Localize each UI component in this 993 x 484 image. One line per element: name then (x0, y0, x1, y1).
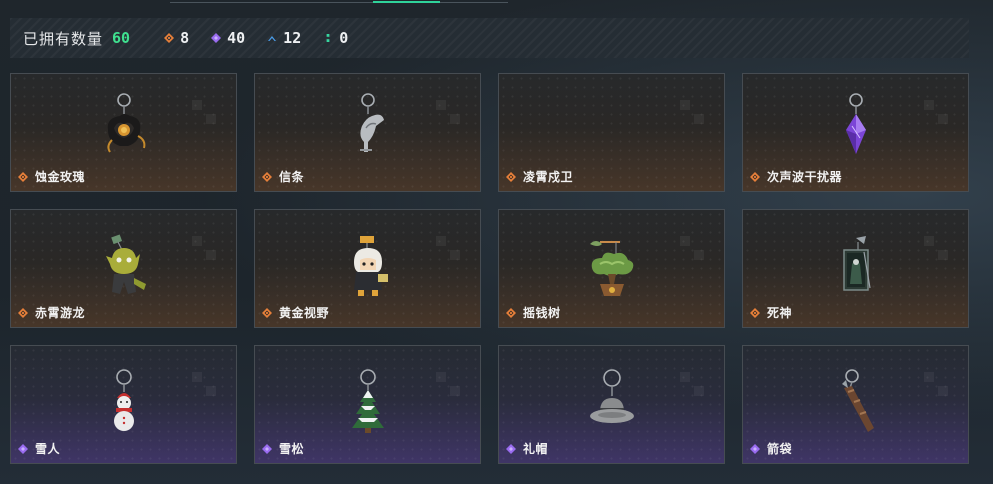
card-footer: 摇钱树 (506, 304, 561, 321)
green-dots-icon (326, 34, 330, 42)
card-pattern (436, 372, 462, 398)
charm-card-dragon[interactable]: 赤霄游龙 (10, 209, 237, 328)
silver-bird-charm-icon (360, 93, 384, 152)
white-hair-figure-icon (354, 236, 388, 296)
top-tab-divider (170, 2, 508, 3)
charm-card-reaper[interactable]: 死神 (742, 209, 969, 328)
card-pattern (680, 236, 706, 262)
orange-rarity-icon (18, 307, 28, 318)
card-pattern (436, 236, 462, 262)
charm-name: 礼帽 (523, 442, 549, 456)
orange-count: 8 (164, 29, 189, 47)
card-footer: 死神 (750, 304, 792, 321)
charm-card-rose[interactable]: 蚀金玫瑰 (10, 73, 237, 192)
card-footer: 箭袋 (750, 440, 792, 457)
card-pattern (924, 372, 950, 398)
card-footer: 次声波干扰器 (750, 168, 842, 185)
snowy-pine-charm-icon (352, 369, 384, 433)
purple-count-value: 40 (227, 29, 246, 47)
orange-rarity-icon (750, 307, 760, 318)
orange-rarity-icon (262, 307, 272, 318)
purple-rarity-icon (506, 443, 516, 454)
blue-count: 12 (267, 29, 301, 47)
card-footer: 赤霄游龙 (18, 304, 85, 321)
charm-name: 箭袋 (767, 442, 793, 456)
orange-count-value: 8 (180, 29, 190, 47)
charm-name: 摇钱树 (523, 306, 561, 320)
charm-name: 次声波干扰器 (767, 170, 843, 184)
card-pattern (192, 100, 218, 126)
charm-card-jammer[interactable]: 次声波干扰器 (742, 73, 969, 192)
orange-rarity-icon (18, 171, 28, 182)
charm-name: 信条 (279, 170, 305, 184)
charm-card-snowman[interactable]: 雪人 (10, 345, 237, 464)
card-footer: 雪人 (18, 440, 60, 457)
purple-count: 40 (211, 29, 245, 47)
charm-name: 凌霄戍卫 (523, 170, 574, 184)
snowman-charm-icon (114, 369, 134, 431)
card-pattern (436, 100, 462, 126)
money-tree-bonsai-icon (590, 241, 634, 296)
charm-card-quiver[interactable]: 箭袋 (742, 345, 969, 464)
owned-total-count: 60 (112, 29, 131, 47)
charm-name: 蚀金玫瑰 (35, 170, 86, 184)
purple-rarity-icon (18, 443, 28, 454)
charm-card-money-tree[interactable]: 摇钱树 (498, 209, 725, 328)
blue-count-value: 12 (283, 29, 302, 47)
charm-name: 黄金视野 (279, 306, 330, 320)
charm-name: 赤霄游龙 (35, 306, 86, 320)
card-pattern (924, 100, 950, 126)
black-rose-charm-icon (107, 93, 146, 153)
charm-card-creed[interactable]: 信条 (254, 73, 481, 192)
purple-diamond-icon (211, 33, 222, 43)
yellow-dragon-figure-icon (106, 234, 146, 294)
charm-card-guard[interactable]: 凌霄戍卫 (498, 73, 725, 192)
card-pattern (680, 100, 706, 126)
grey-fedora-charm-icon (590, 369, 634, 423)
orange-diamond-icon (164, 33, 175, 43)
card-pattern (192, 372, 218, 398)
green-count-value: 0 (339, 29, 349, 47)
card-footer: 凌霄戍卫 (506, 168, 573, 185)
arrow-quiver-charm-icon (842, 369, 874, 432)
orange-rarity-icon (262, 171, 272, 182)
card-pattern (192, 236, 218, 262)
charm-name: 死神 (767, 306, 793, 320)
charm-card-cedar[interactable]: 雪松 (254, 345, 481, 464)
purple-rarity-icon (262, 443, 272, 454)
purple-rarity-icon (750, 443, 760, 454)
green-count: 0 (323, 29, 348, 47)
active-tab-indicator (373, 1, 440, 3)
orange-rarity-icon (506, 307, 516, 318)
card-pattern (924, 236, 950, 262)
orange-rarity-icon (506, 171, 516, 182)
card-footer: 蚀金玫瑰 (18, 168, 85, 185)
orange-rarity-icon (750, 171, 760, 182)
charm-name: 雪人 (35, 442, 61, 456)
card-footer: 黄金视野 (262, 304, 329, 321)
purple-crystal-charm-icon (846, 93, 866, 154)
ownership-summary-bar: 已拥有数量 60 8 40 12 0 (10, 18, 969, 58)
card-pattern (680, 372, 706, 398)
charm-name: 雪松 (279, 442, 305, 456)
charm-card-top-hat[interactable]: 礼帽 (498, 345, 725, 464)
card-footer: 雪松 (262, 440, 304, 457)
blue-chevron-icon (268, 36, 277, 41)
owned-count-label: 已拥有数量 (23, 30, 104, 48)
card-footer: 信条 (262, 168, 304, 185)
card-footer: 礼帽 (506, 440, 548, 457)
reaper-card-icon (843, 236, 871, 291)
charm-card-golden-vision[interactable]: 黄金视野 (254, 209, 481, 328)
